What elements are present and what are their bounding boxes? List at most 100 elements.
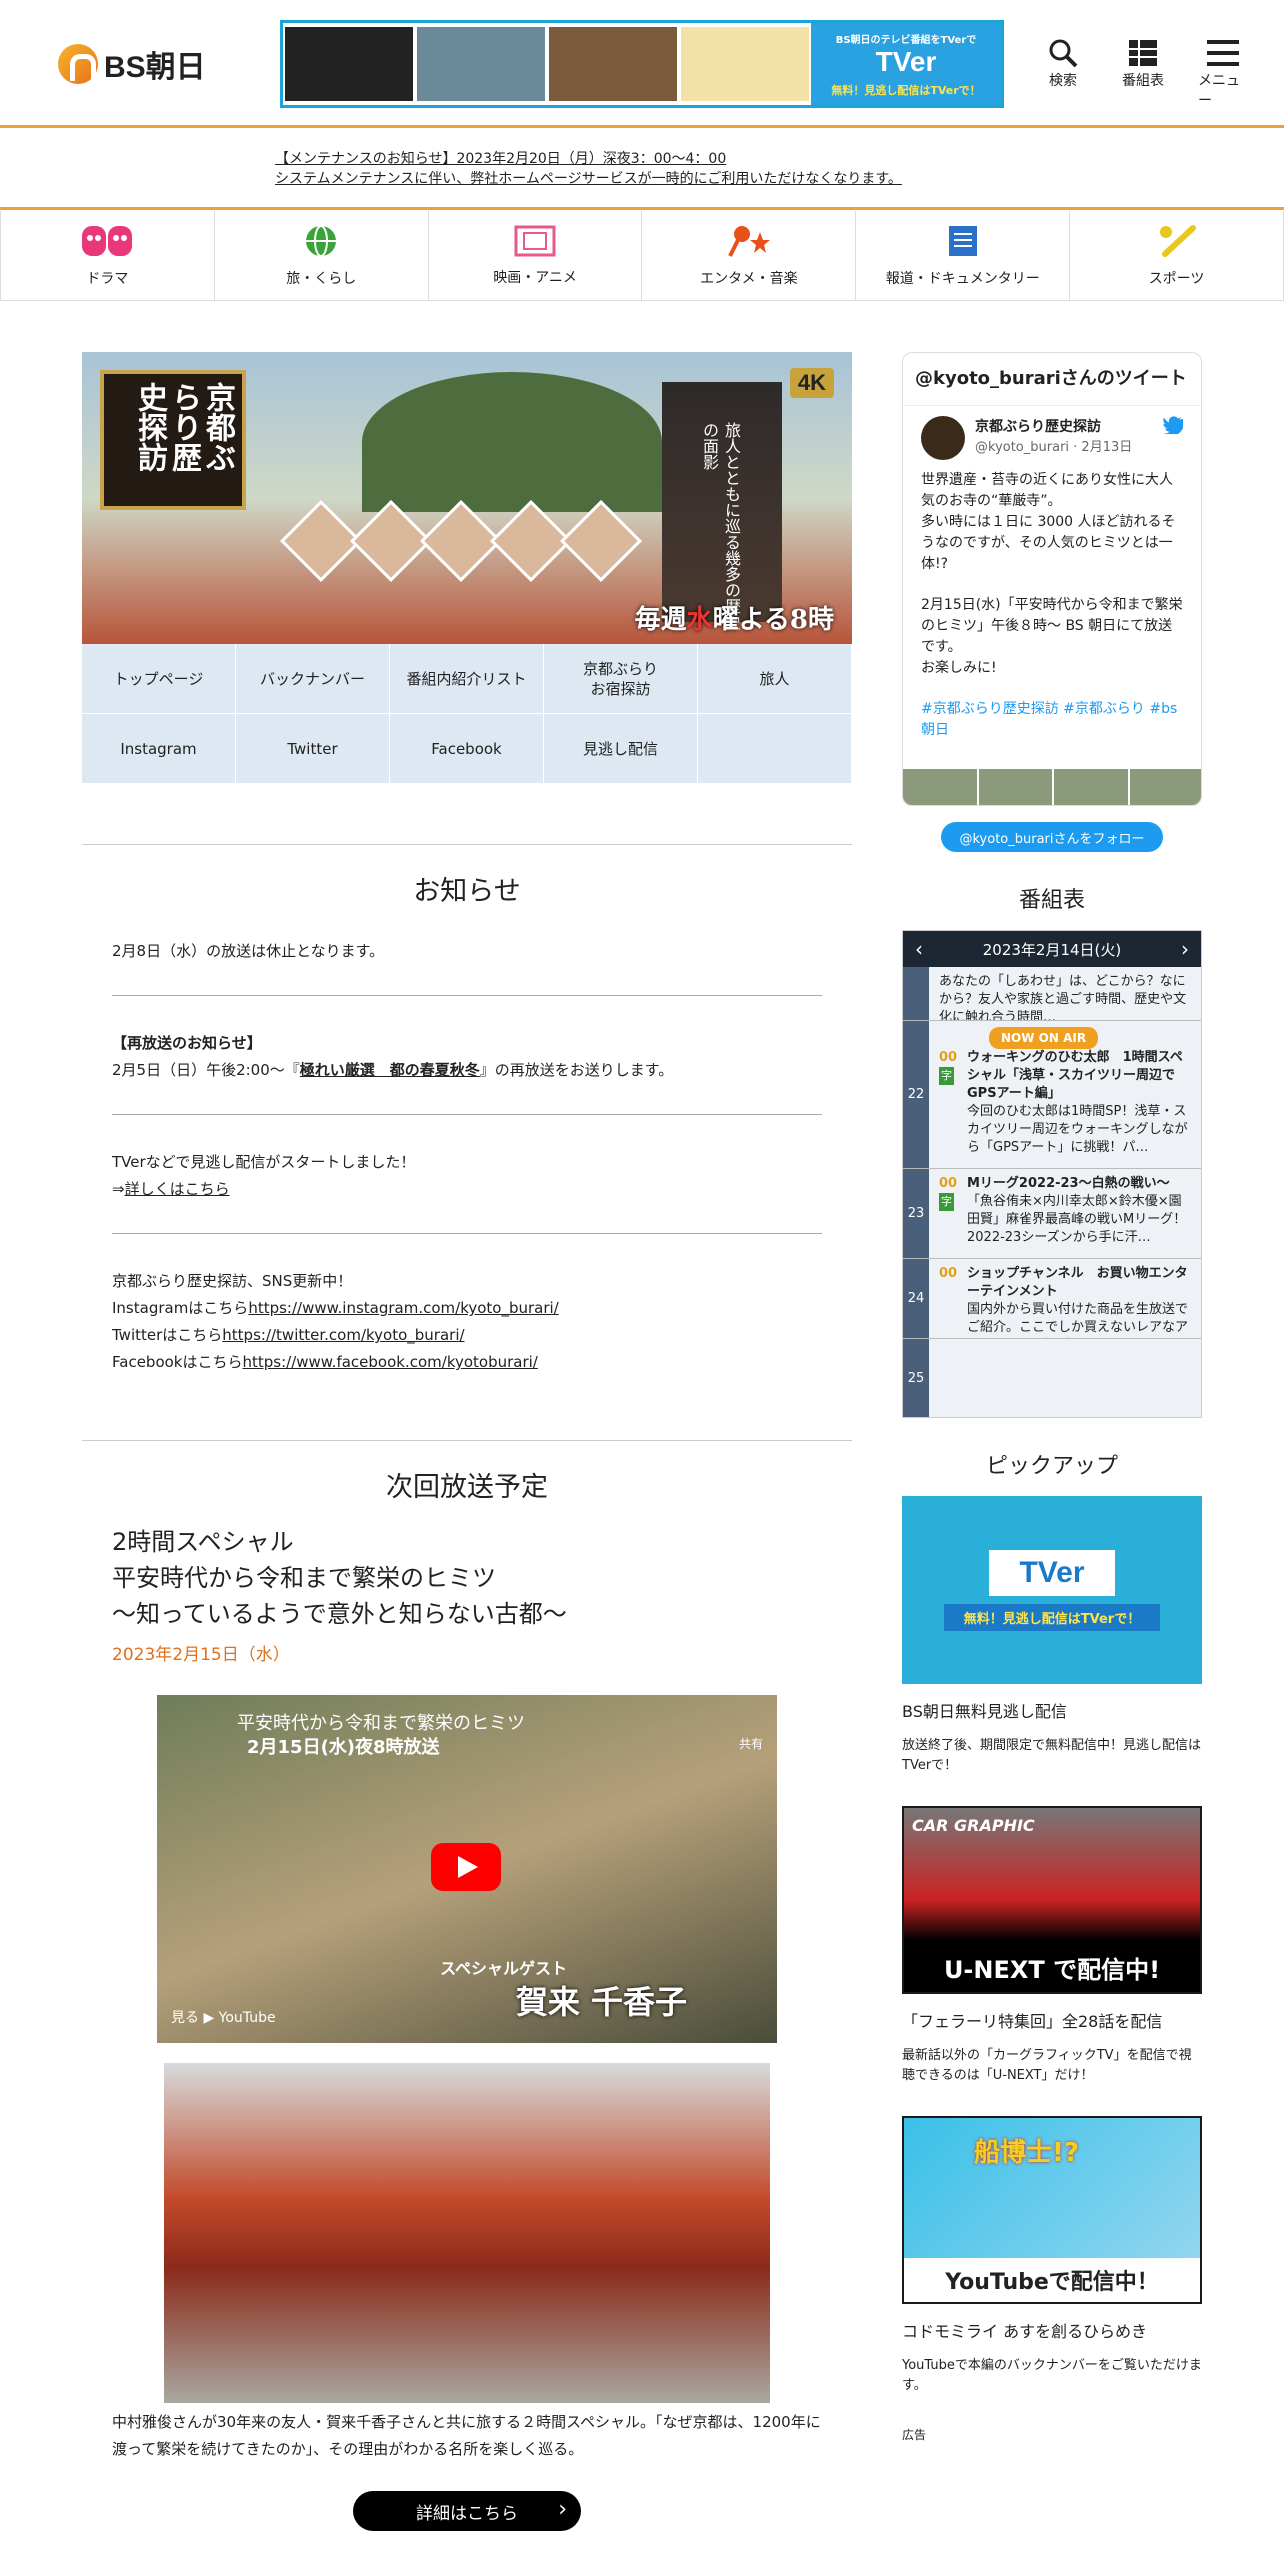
genre-sports[interactable]: スポーツ: [1070, 211, 1284, 300]
twitter-name[interactable]: 京都ぶらり歴史探訪: [975, 416, 1153, 436]
details-link[interactable]: 詳しくはこちら: [125, 1180, 230, 1198]
nav-top[interactable]: トップページ: [82, 644, 236, 714]
news-text: 』の再放送をお送りします。: [479, 1061, 674, 1079]
schedule-date: 2023年2月14日(火): [982, 940, 1122, 959]
pickup-desc: YouTubeで本編のバックナンバーをご覧いただけます。: [902, 2358, 1202, 2393]
instagram-link[interactable]: https://www.instagram.com/kyoto_burari/: [248, 1299, 558, 1317]
twitter-avatar[interactable]: [921, 416, 965, 460]
next-title-line: 〜知っているようで意外と知らない古都〜: [112, 1600, 567, 1628]
schedule-label: 番組表: [1122, 73, 1164, 89]
next-heading: 次回放送予定: [386, 1472, 548, 1503]
schedule-button[interactable]: 番組表: [1118, 36, 1168, 110]
arrow-icon: ⇒: [112, 1180, 125, 1198]
site-header: BS朝日 BS朝日のテレビ番組をTVerで TVer 無料！見逃し配信はTVer…: [0, 0, 1284, 128]
maintenance-link[interactable]: 【メンテナンスのお知らせ】2023年2月20日（月）深夜3：00〜4：00 シス…: [275, 149, 902, 189]
pickup-item[interactable]: 船博士!? YouTubeで配信中！ コドモミライ あすを創るひらめき YouT…: [902, 2116, 1202, 2396]
nav-instagram[interactable]: Instagram: [82, 714, 236, 784]
nav-inn[interactable]: 京都ぶらり お宿探訪: [544, 644, 698, 714]
genre-travel[interactable]: 旅・くらし: [215, 211, 429, 300]
main-column: 京都ぶらり歴史探訪 旅人とともに巡る幾多の歴史の面影 4K 毎週水曜よる8時 ト…: [82, 352, 852, 2531]
play-button-icon[interactable]: [431, 1843, 501, 1891]
video-subtitle: 2月15日(水)夜8時放送: [247, 1737, 440, 1758]
schedule-desc: あなたの「しあわせ」は、どこから？なにから？友人や家族と過ごす時間、歴史や文化に…: [939, 974, 1187, 1021]
nav-backnumber[interactable]: バックナンバー: [236, 644, 390, 714]
pickup-item[interactable]: CAR GRAPHIC U-NEXT で配信中! 「フェラーリ特集回」全28話を…: [902, 1806, 1202, 2086]
pickup-image-text: YouTubeで配信中！: [904, 2258, 1200, 2302]
sidebar: @kyoto_burariさんのツイート 京都ぶらり歴史探訪 @kyoto_bu…: [902, 352, 1202, 2443]
schedule-icon: [1129, 40, 1157, 66]
news-text: Twitterはこちら: [112, 1326, 223, 1344]
schedule-title: Mリーグ2022-23〜白熱の戦い〜: [967, 1176, 1170, 1191]
tweet-text: 多い時には１日に 3000 人ほど訪れるそうなのですが、その人気のヒミツとは一体…: [921, 514, 1176, 572]
genre-drama[interactable]: ドラマ: [0, 211, 215, 300]
twitter-follow-button[interactable]: @kyoto_burariさんをフォロー: [941, 822, 1163, 852]
banner-photo: [681, 27, 809, 101]
prev-day-icon[interactable]: ‹: [903, 937, 935, 961]
nav-traveler[interactable]: 旅人: [698, 644, 852, 714]
tver-logo: TVer: [875, 45, 937, 77]
program-hero-image: 京都ぶらり歴史探訪 旅人とともに巡る幾多の歴史の面影 4K 毎週水曜よる8時: [82, 352, 852, 644]
nav-facebook[interactable]: Facebook: [390, 714, 544, 784]
tver-caption: 無料！見逃し配信はTVerで！: [831, 83, 981, 97]
genre-entertainment-music[interactable]: エンタメ・音楽: [642, 211, 857, 300]
hero-cast-faces: [279, 499, 643, 583]
logo-mark-icon: [58, 44, 98, 84]
watch-on-youtube[interactable]: 見る ▶ YouTube: [171, 2007, 276, 2027]
tweet-image: [1129, 769, 1201, 805]
schedule-row[interactable]: 24 00 ショップチャンネル お買い物エンターテインメント 国内外から買い付けた…: [903, 1259, 1201, 1339]
genre-label: エンタメ・音楽: [700, 270, 798, 287]
schedule-hour: 25: [903, 1339, 929, 1417]
video-title: 平安時代から令和まで繁栄のヒミツ: [237, 1713, 525, 1734]
schedule-minute: 00: [939, 1176, 958, 1191]
4k-badge: 4K: [789, 368, 834, 398]
schedule-hour: 24: [903, 1259, 929, 1338]
twitter-handle: @kyoto_burari · 2月13日: [975, 440, 1133, 455]
nav-twitter[interactable]: Twitter: [236, 714, 390, 784]
news-item: 京都ぶらり歴史探訪、SNS更新中！ Instagramはこちらhttps://w…: [112, 1268, 822, 1406]
youtube-video[interactable]: 平安時代から令和まで繁栄のヒミツ 2月15日(水)夜8時放送 共有 スペシャルゲ…: [157, 1695, 777, 2043]
pickup-item[interactable]: TVer 無料！見逃し配信はTVerで！ BS朝日無料見逃し配信 放送終了後、期…: [902, 1496, 1202, 1776]
next-title-line: 2時間スペシャル: [112, 1528, 294, 1556]
facebook-link[interactable]: https://www.facebook.com/kyotoburari/: [242, 1353, 537, 1371]
logo-text: BS朝日: [104, 51, 206, 84]
schedule-hour: [903, 967, 929, 1020]
bs-asahi-logo[interactable]: BS朝日: [58, 42, 206, 86]
nav-intro-list[interactable]: 番組内紹介リスト: [390, 644, 544, 714]
notice-line-2: システムメンテナンスに伴い、弊社ホームページサービスが一時的にご利用いただけなく…: [275, 171, 902, 187]
twitter-widget[interactable]: @kyoto_burariさんのツイート 京都ぶらり歴史探訪 @kyoto_bu…: [902, 352, 1202, 806]
microphone-star-icon: [728, 225, 770, 257]
news-title: 【再放送のお知らせ】: [112, 1034, 262, 1052]
pickup-heading: ピックアップ: [985, 1454, 1118, 1479]
nav-missed[interactable]: 見逃し配信: [544, 714, 698, 784]
video-share[interactable]: 共有: [739, 1735, 763, 1752]
tweet-images[interactable]: [903, 769, 1201, 805]
pickup-image-caption: 船博士!?: [974, 2138, 1079, 2168]
genre-news-documentary[interactable]: 報道・ドキュメンタリー: [856, 211, 1071, 300]
pickup-image: 船博士!? YouTubeで配信中！: [902, 2116, 1202, 2304]
genre-movie-anime[interactable]: 映画・アニメ: [429, 211, 643, 300]
weekly-suffix: 曜よる8時: [712, 605, 834, 635]
schedule-row[interactable]: 25: [903, 1339, 1201, 1417]
schedule-row[interactable]: 22 NOW ON AIR 00 字 ウォーキングのひむ太郎 1時間スペシャル「浅…: [903, 1021, 1201, 1169]
tweet-hashtags[interactable]: #京都ぶらり歴史探訪 #京都ぶらり #bs朝日: [921, 699, 1183, 741]
schedule-hour: 22: [903, 1021, 929, 1168]
next-day-icon[interactable]: ›: [1169, 937, 1201, 961]
schedule-row[interactable]: 23 00 字 Mリーグ2022-23〜白熱の戦い〜 「魚谷侑未×内川幸太郎×鈴木優…: [903, 1169, 1201, 1259]
schedule-minute: 00: [939, 1266, 958, 1281]
schedule-desc: 「魚谷侑未×内川幸太郎×鈴木優×園田賢」麻雀界最高峰の戦いMリーグ！2022-2…: [967, 1194, 1187, 1245]
header-banner-ad[interactable]: BS朝日のテレビ番組をTVerで TVer 無料！見逃し配信はTVerで！: [280, 20, 1004, 108]
search-button[interactable]: 検索: [1038, 36, 1088, 110]
twitter-heading: @kyoto_burariさんのツイート: [903, 353, 1201, 406]
maintenance-notice: 【メンテナンスのお知らせ】2023年2月20日（月）深夜3：00〜4：00 シス…: [0, 131, 1284, 210]
schedule-row[interactable]: あなたの「しあわせ」は、どこから？なにから？友人や家族と過ごす時間、歴史や文化に…: [903, 967, 1201, 1021]
video-guest-name: 賀来 千香子: [515, 1983, 687, 2021]
genre-nav: ドラマ 旅・くらし 映画・アニメ エンタメ・音楽 報道・ドキュメンタリー スポー…: [0, 211, 1284, 301]
twitter-link[interactable]: https://twitter.com/kyoto_burari/: [222, 1326, 464, 1344]
news-text: Facebookはこちら: [112, 1353, 243, 1371]
genre-label: 映画・アニメ: [493, 269, 577, 286]
rebroadcast-link[interactable]: 極れい厳選 都の春夏秋冬: [300, 1061, 480, 1079]
details-button[interactable]: 詳細はこちら: [353, 2491, 581, 2531]
tweet-text: 2月15日(水)「平安時代から令和まで繁栄のヒミツ」午後８時〜 BS 朝日にて放…: [921, 597, 1183, 655]
menu-button[interactable]: メニュー: [1198, 36, 1248, 110]
hero-weekly: 毎週水曜よる8時: [635, 599, 834, 636]
